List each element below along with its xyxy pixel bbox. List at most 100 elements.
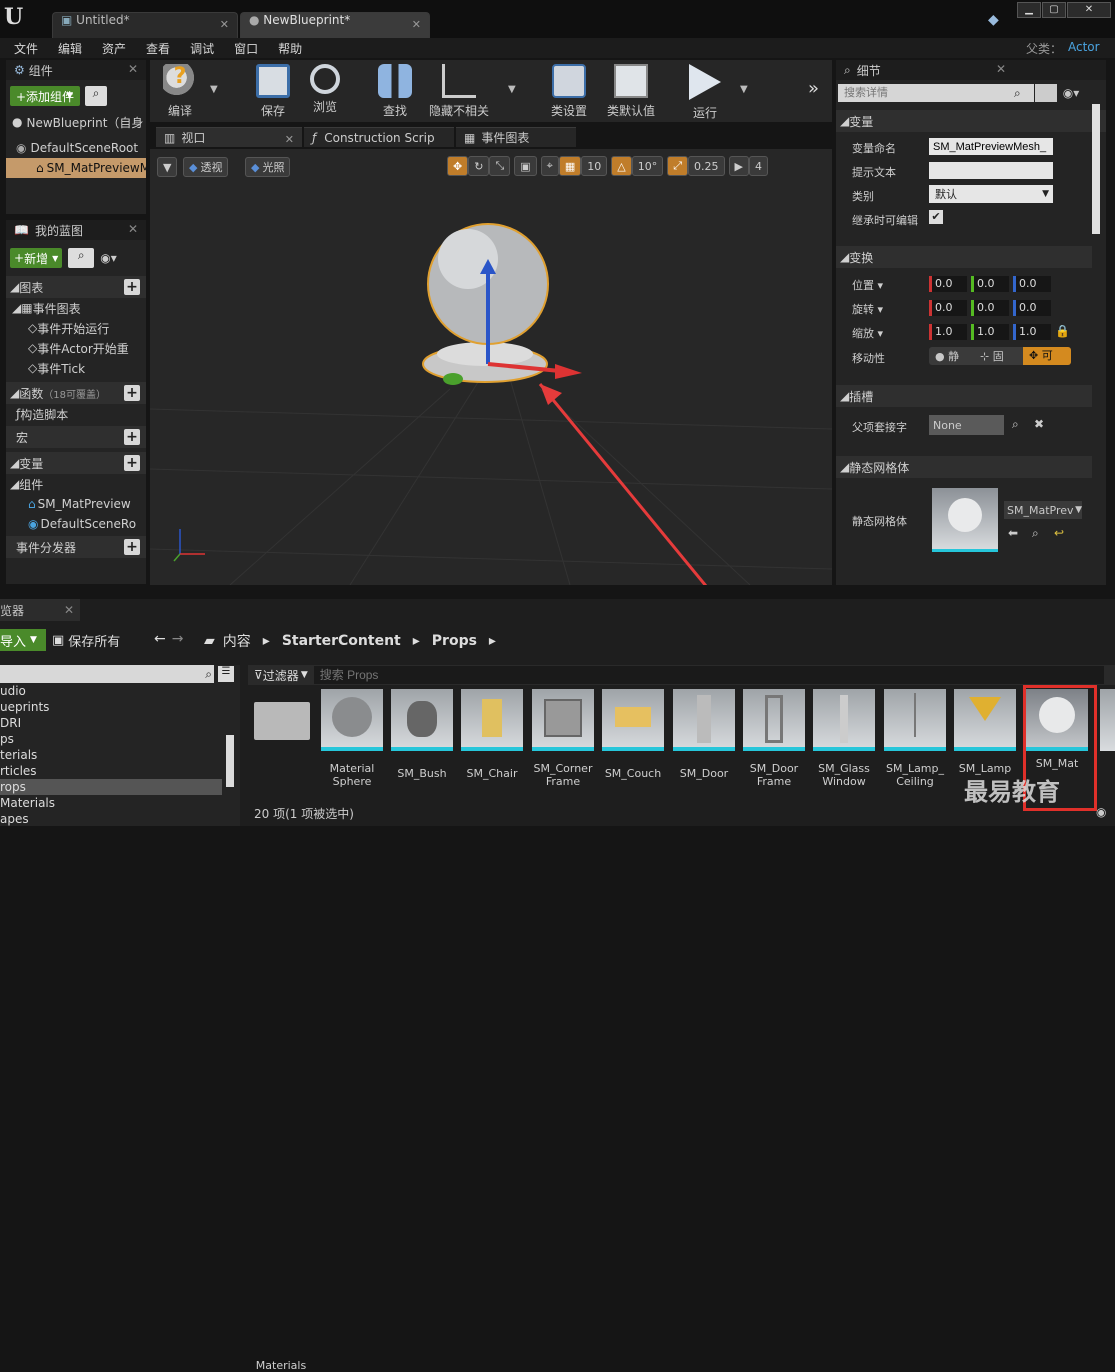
breadcrumb-item[interactable]: 内容 [223,631,251,651]
asset-tile[interactable] [321,689,383,751]
asset-tile[interactable] [813,689,875,751]
tree-item[interactable]: rticles [0,763,240,779]
eye-icon[interactable]: ◉▾ [1063,86,1080,100]
event-item[interactable]: ◇ 事件开始运行 [6,318,146,338]
menu-edit[interactable]: 编辑 [58,40,82,57]
compile-button[interactable]: ? 编译 [156,62,204,118]
translate-icon[interactable]: ✥ [447,156,469,176]
lit-button[interactable]: ◆ 光照 [245,157,291,177]
menu-window[interactable]: 窗口 [234,40,258,57]
asset-tile-partial[interactable] [1100,689,1115,751]
scale-label[interactable]: 缩放 ▾ [852,325,883,341]
scale-y-field[interactable]: 1.0 [971,324,1009,340]
close-icon[interactable]: ✕ [412,18,421,31]
grid-view-icon[interactable] [1034,84,1057,102]
reset-icon[interactable]: ↩ [1054,526,1064,540]
grid-snap-icon[interactable]: ▦ [558,156,582,176]
play-button[interactable]: 运行 [680,62,730,120]
viewport-options-button[interactable]: ▼ [157,157,177,177]
parent-socket-field[interactable]: None [929,415,1004,435]
add-variable-button[interactable]: + [124,455,140,471]
close-icon[interactable]: ✕ [996,62,1006,76]
details-search-input[interactable] [838,84,1034,102]
event-item[interactable]: ◇ 事件Tick [6,358,146,378]
close-window-button[interactable]: ✕ [1067,2,1111,18]
browse-button[interactable]: 浏览 [302,62,348,118]
tree-item[interactable]: udio [0,683,240,699]
asset-tile[interactable] [391,689,453,751]
event-graph-item[interactable]: ◢▦ 事件图表 [6,298,146,318]
static-mesh-section[interactable]: ◢ 静态网格体 [836,456,1092,478]
viewport[interactable]: ▼ ◆ 透视 ◆ 光照 ✥ ↻ ⤡ ▣ ⌖ ▦ 10 △ 10° ⤢ 0.25 ▶ … [150,149,832,585]
perspective-button[interactable]: ◆ 透视 [183,157,229,177]
component-var-item[interactable]: ◉ DefaultSceneRo [6,514,146,534]
folder-icon[interactable] [254,702,310,740]
chevron-down-icon[interactable]: ▼ [508,84,516,95]
rotate-icon[interactable]: ↻ [468,156,490,176]
rotation-snap-value[interactable]: 10° [631,156,664,176]
menu-file[interactable]: 文件 [14,40,38,57]
save-all-button[interactable]: ▣ 保存所有 [52,631,120,650]
asset-search-input[interactable] [313,666,1104,684]
view-options-icon[interactable]: ◉ [1096,805,1106,819]
camera-speed-icon[interactable]: ▶ [728,156,750,176]
menu-view[interactable]: 查看 [146,40,170,57]
tree-item[interactable]: terials [0,747,240,763]
class-defaults-button[interactable]: 类默认值 [602,62,660,118]
import-button[interactable]: 导入 ▼ [0,629,46,651]
tab-construction-script[interactable]: ƒ Construction Scrip [304,127,454,147]
static-mesh-select[interactable]: SM_MatPrev ▼ [1004,501,1082,519]
tree-search-input[interactable]: ⌕ [0,665,214,683]
location-x-field[interactable]: 0.0 [929,276,967,292]
scale-snap-icon[interactable]: ⤢ [667,156,689,176]
tree-item[interactable]: Materials [0,795,240,811]
location-y-field[interactable]: 0.0 [971,276,1009,292]
tree-item[interactable]: ps [0,731,240,747]
chevron-down-icon[interactable]: ▼ [210,84,218,95]
tab-event-graph[interactable]: ▦ 事件图表 [456,127,576,147]
filter-button[interactable]: ⊽ 过滤器 ▼ [248,667,314,684]
forward-icon[interactable]: → [172,631,184,647]
close-icon[interactable]: ✕ [285,133,294,146]
close-icon[interactable]: ✕ [128,62,138,76]
location-label[interactable]: 位置 ▾ [852,277,883,293]
back-icon[interactable]: ← [154,631,166,647]
event-item[interactable]: ◇ 事件Actor开始重 [6,338,146,358]
search-icon[interactable]: ⌕ [1012,417,1019,432]
use-selected-icon[interactable]: ⬅ [1008,526,1018,540]
camera-speed-value[interactable]: 4 [749,156,769,176]
hide-unrelated-button[interactable]: 隐藏不相关 [424,62,494,118]
lock-icon[interactable]: 🔒 [1055,324,1070,338]
rotation-y-field[interactable]: 0.0 [971,300,1009,316]
save-button[interactable]: 保存 [250,62,296,118]
chevron-down-icon[interactable]: ▼ [740,84,748,95]
components-subsection[interactable]: ◢ 组件 [6,474,146,494]
variable-section[interactable]: ◢ 变量 [836,110,1106,132]
breadcrumb-item[interactable]: Props [432,633,477,649]
tab-untitled[interactable]: ▣ Untitled* ✕ [52,12,238,38]
details-scrollbar[interactable] [1092,104,1100,234]
location-z-field[interactable]: 0.0 [1013,276,1051,292]
rotation-snap-icon[interactable]: △ [611,156,632,176]
scale-snap-value[interactable]: 0.25 [688,156,725,176]
close-icon[interactable]: ✕ [64,603,74,617]
scale-z-field[interactable]: 1.0 [1013,324,1051,340]
menu-asset[interactable]: 资产 [102,40,126,57]
asset-tile[interactable] [461,689,523,751]
asset-tile-selected[interactable] [1026,689,1088,751]
rotation-x-field[interactable]: 0.0 [929,300,967,316]
dispatchers-section[interactable]: 事件分发器 + [6,536,146,558]
tree-item-selected[interactable]: rops [0,779,222,795]
find-button[interactable]: 查找 [372,62,418,118]
add-new-button[interactable]: + 新增 ▼ [10,248,63,268]
scale-x-field[interactable]: 1.0 [929,324,967,340]
tree-scrollbar[interactable] [226,735,234,787]
tree-item[interactable]: ueprints [0,699,240,715]
rotation-z-field[interactable]: 0.0 [1013,300,1051,316]
mobility-static[interactable]: ● 静 [929,348,976,364]
surface-snap-icon[interactable]: ⌖ [540,156,559,176]
tree-item[interactable]: DRI [0,715,240,731]
component-item-selected[interactable]: ⌂ SM_MatPreviewM [6,158,146,178]
asset-tile[interactable] [532,689,594,751]
add-dispatcher-button[interactable]: + [124,539,140,555]
